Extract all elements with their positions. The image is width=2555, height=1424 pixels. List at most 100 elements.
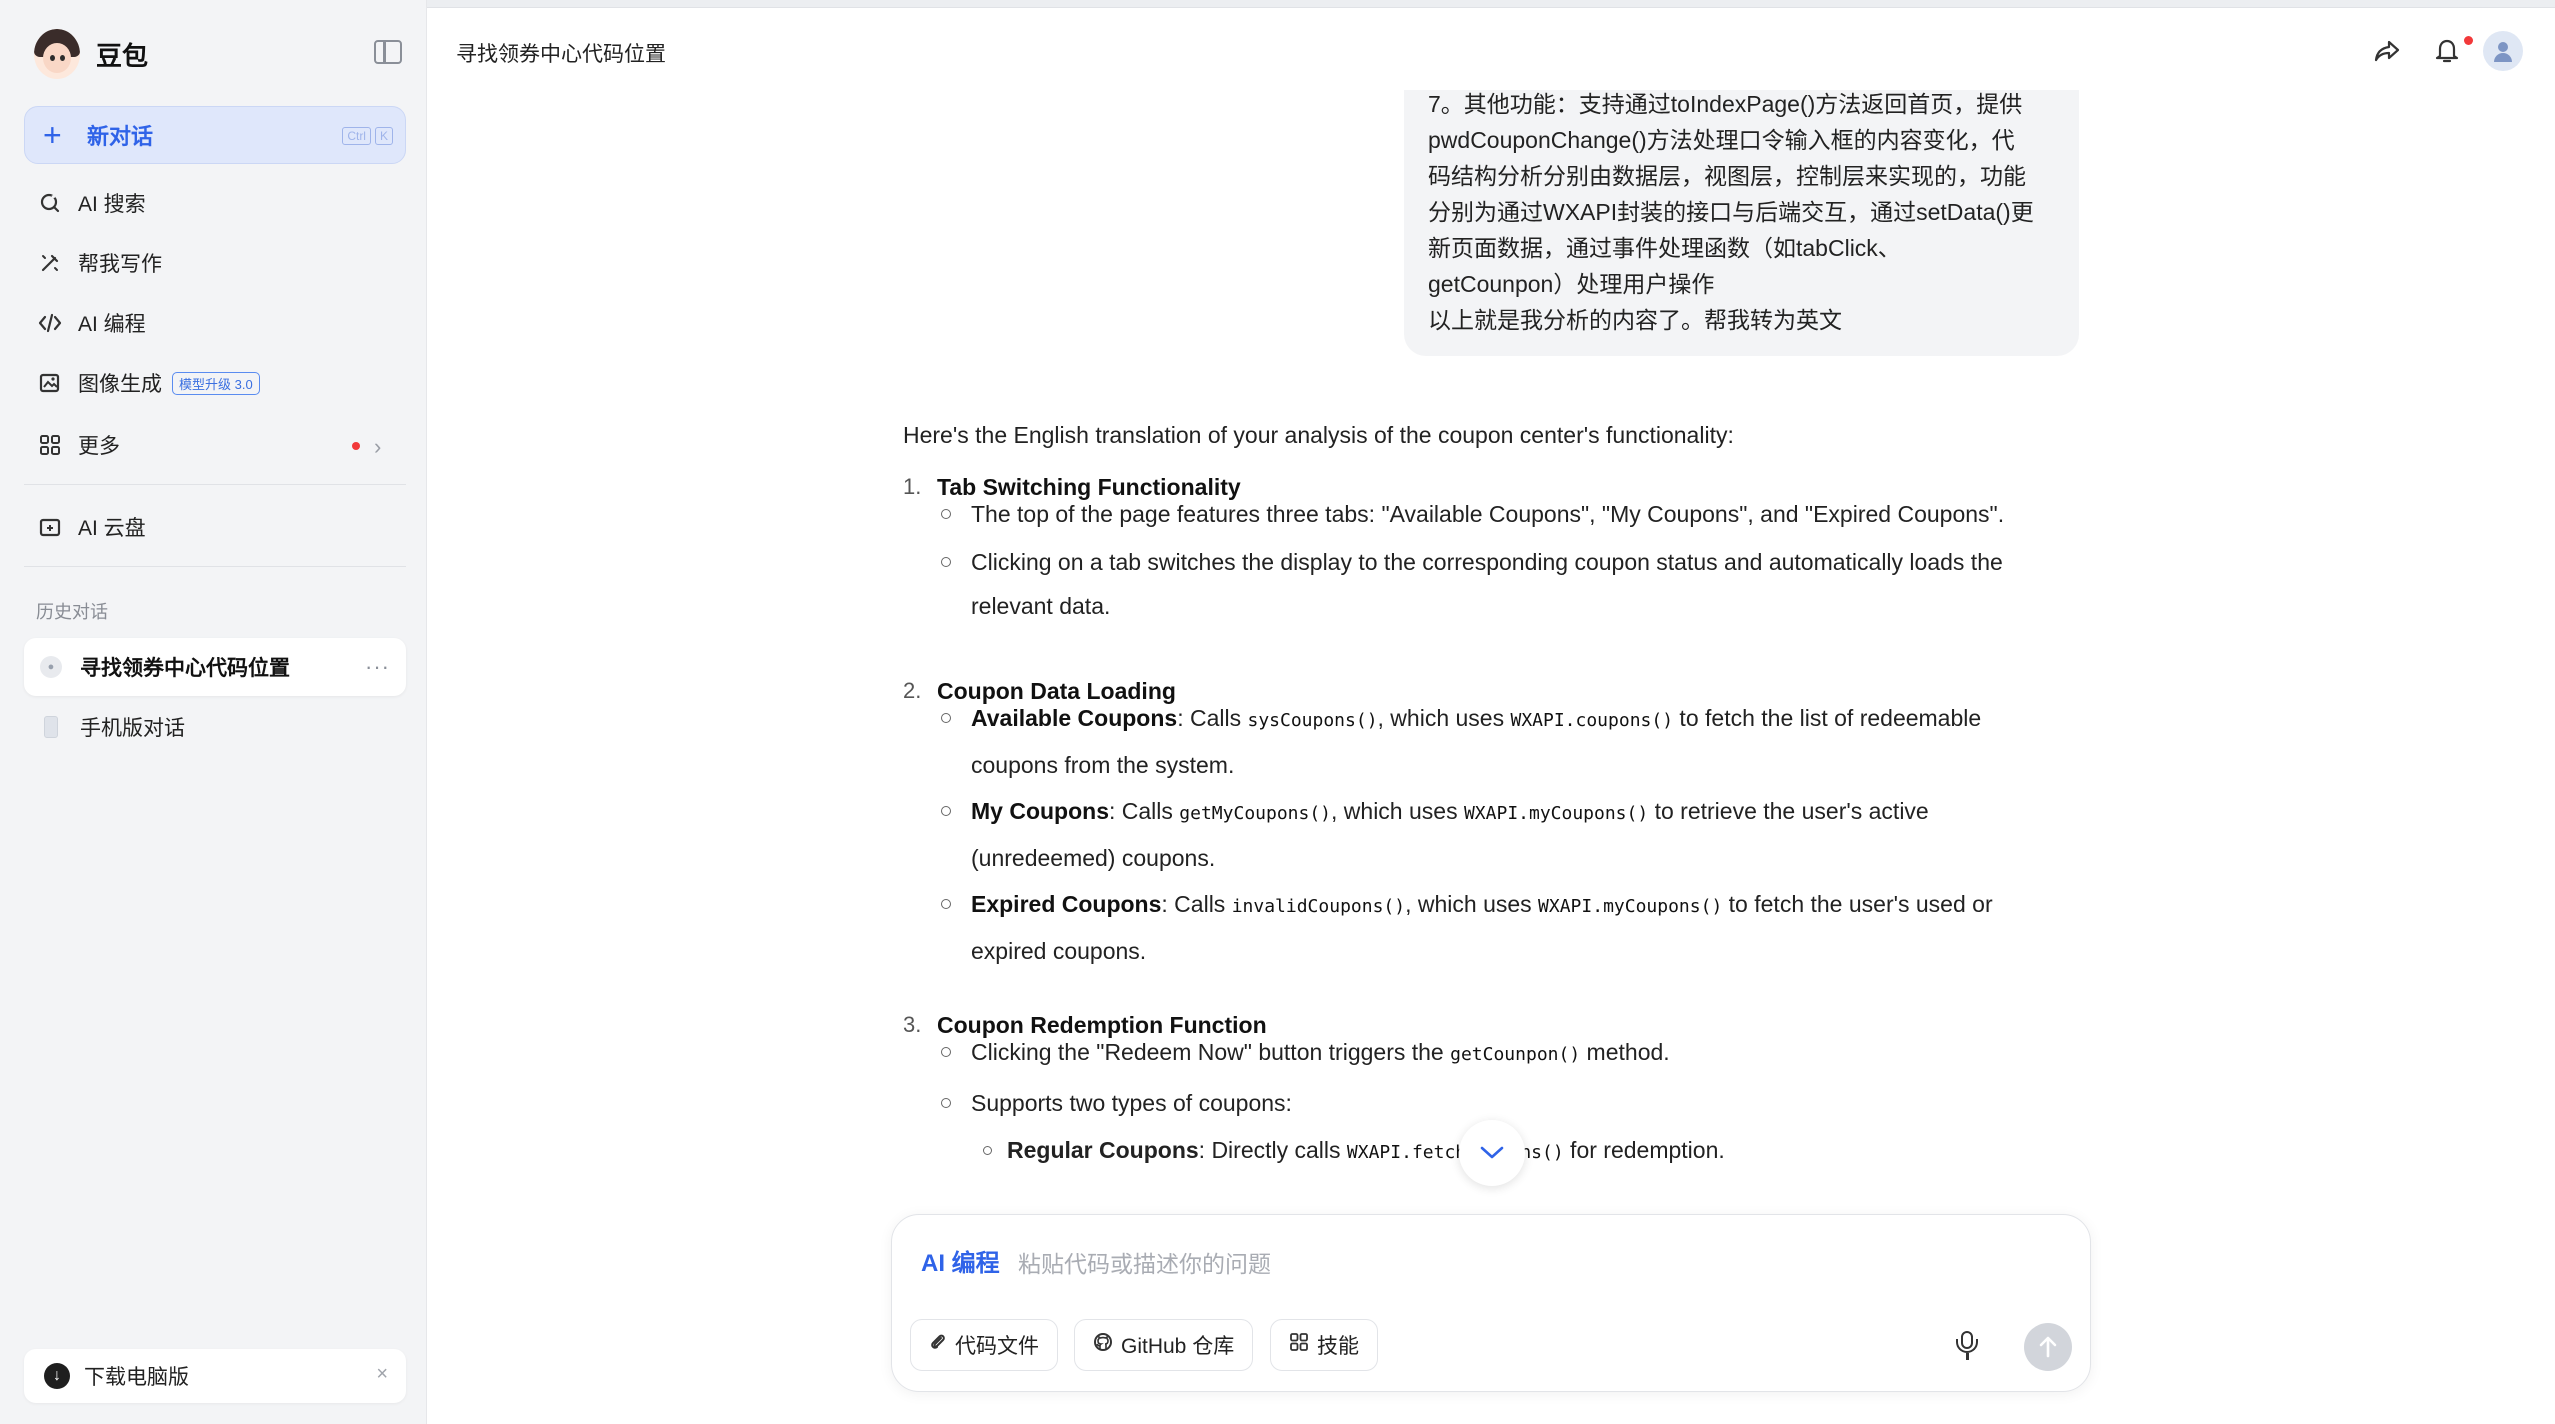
code-file-button[interactable]: 代码文件 <box>910 1319 1058 1371</box>
chip-label: GitHub 仓库 <box>1121 1335 1235 1358</box>
microphone-icon[interactable] <box>1954 1331 1980 1361</box>
grid-icon <box>1289 1332 1309 1358</box>
sidebar-item-ai-coding[interactable]: AI 编程 <box>24 296 406 350</box>
list-item: My Coupons: Calls getMyCoupons(), which … <box>941 789 2071 880</box>
bullet-text: for redemption. <box>1563 1137 1725 1163</box>
doubao-avatar <box>34 29 80 79</box>
bullet-bold: Expired Coupons <box>971 891 1162 917</box>
sidebar-divider <box>24 484 406 485</box>
user-message-line: getCounpon）处理用户操作 <box>1428 271 1715 297</box>
history-section-label: 历史对话 <box>36 602 108 622</box>
user-message-bubble: 7。其他功能：支持通过toIndexPage()方法返回首页，提供 pwdCou… <box>1404 90 2079 356</box>
user-message-line: 码结构分析分别由数据层，视图层，控制层来实现的，功能 <box>1428 163 2026 189</box>
history-item-label: 寻找领券中心代码位置 <box>80 657 290 680</box>
bell-icon[interactable] <box>2430 34 2464 68</box>
inline-code: getCounpon() <box>1450 1044 1581 1065</box>
github-icon <box>1093 1332 1113 1358</box>
bullet-text: expired coupons. <box>971 938 1147 964</box>
skills-button[interactable]: 技能 <box>1270 1319 1378 1371</box>
image-icon <box>38 371 62 395</box>
send-button[interactable] <box>2024 1323 2072 1371</box>
github-repo-button[interactable]: GitHub 仓库 <box>1074 1319 1254 1371</box>
download-desktop-button[interactable]: ↓ 下载电脑版 × <box>24 1349 406 1403</box>
list-item: Expired Coupons: Calls invalidCoupons(),… <box>941 882 2071 973</box>
list-item: Clicking on a tab switches the display t… <box>941 540 2071 628</box>
user-message-line: pwdCouponChange()方法处理口令输入框的内容变化，代 <box>1428 127 2015 153</box>
sidebar-item-label: AI 搜索 <box>78 193 146 216</box>
new-chat-button[interactable]: + 新对话 Ctrl K <box>24 106 406 164</box>
bullet-text: : Calls <box>1109 798 1180 824</box>
close-icon[interactable]: × <box>376 1363 388 1386</box>
pen-icon <box>38 251 62 275</box>
list-item: Available Coupons: Calls sysCoupons(), w… <box>941 696 2071 787</box>
user-message-line: 以上就是我分析的内容了。帮我转为英文 <box>1428 307 1842 333</box>
model-upgrade-badge: 模型升级 3.0 <box>172 371 260 395</box>
inline-code: WXAPI.coupons() <box>1510 710 1674 731</box>
share-icon[interactable] <box>2370 34 2404 68</box>
chat-bubble-icon: ● <box>40 656 62 678</box>
bullet-text: coupons from the system. <box>971 752 1235 778</box>
bullet-text: : Calls <box>1177 705 1248 731</box>
bullet-text: , which uses <box>1405 891 1539 917</box>
list-item: The top of the page features three tabs:… <box>941 492 2071 536</box>
paperclip-icon <box>929 1332 947 1358</box>
sidebar-item-ai-search[interactable]: AI 搜索 <box>24 176 406 230</box>
bullet-text: , which uses <box>1331 798 1464 824</box>
more-options-icon[interactable]: ··· <box>365 654 390 680</box>
history-item[interactable]: 手机版对话 <box>24 698 406 756</box>
bullet-text: relevant data. <box>971 593 1111 619</box>
inline-code: invalidCoupons() <box>1231 896 1406 917</box>
bullet-text: , which uses <box>1377 705 1511 731</box>
cloud-drive-icon <box>38 515 62 539</box>
sidebar-item-label: 图像生成 <box>78 373 162 396</box>
brand[interactable]: 豆包 <box>34 28 148 80</box>
bullet-text: Supports two types of coupons: <box>971 1090 1292 1116</box>
user-message-line: 分别为通过WXAPI封装的接口与后端交互，通过setData()更 <box>1428 199 2034 225</box>
scroll-to-bottom-button[interactable] <box>1459 1120 1525 1186</box>
sidebar-item-more[interactable]: 更多 › <box>24 418 406 472</box>
chip-label: 代码文件 <box>955 1335 1039 1358</box>
list-number: 3. <box>903 1012 922 1037</box>
sidebar: 豆包 + 新对话 Ctrl K AI 搜索 帮我写作 AI 编程 图像生成 模型… <box>0 0 427 1424</box>
message-input[interactable]: 粘贴代码或描述你的问题 <box>1018 1245 1271 1279</box>
new-chat-label: 新对话 <box>87 124 154 149</box>
bullet-bold: Available Coupons <box>971 705 1178 731</box>
user-avatar[interactable] <box>2483 31 2523 71</box>
new-chat-shortcut: Ctrl K <box>342 127 393 145</box>
chat-scroll-area[interactable]: 7。其他功能：支持通过toIndexPage()方法返回首页，提供 pwdCou… <box>428 90 2555 1210</box>
sidebar-item-writing[interactable]: 帮我写作 <box>24 236 406 290</box>
sidebar-item-label: 帮我写作 <box>78 253 162 276</box>
inline-code: WXAPI.myCoupons() <box>1463 803 1649 824</box>
sidebar-item-image-gen[interactable]: 图像生成 模型升级 3.0 <box>24 356 406 410</box>
list-item: Clicking the "Redeem Now" button trigger… <box>941 1030 2071 1077</box>
notification-dot <box>352 442 360 450</box>
plus-icon: + <box>43 117 62 153</box>
user-message-line: 新页面数据，通过事件处理函数（如tabClick、 <box>1428 235 1901 261</box>
grid-icon <box>38 433 62 457</box>
conversation-title: 寻找领券中心代码位置 <box>456 43 666 66</box>
chat-input-box[interactable]: AI 编程 粘贴代码或描述你的问题 代码文件 GitHub 仓库 技能 <box>891 1214 2091 1392</box>
sidebar-item-label: 更多 <box>78 435 120 458</box>
input-mode-tag[interactable]: AI 编程 <box>921 1243 1000 1278</box>
sidebar-collapse-icon[interactable] <box>374 40 402 64</box>
bullet-text: : Calls <box>1161 891 1232 917</box>
list-number: 1. <box>903 474 922 499</box>
bullet-text: to fetch the list of redeemable <box>1673 705 1982 731</box>
chevron-down-icon <box>1480 1146 1504 1159</box>
bullet-text: Clicking the "Redeem Now" button trigger… <box>971 1039 1451 1065</box>
search-refresh-icon <box>38 191 62 215</box>
sidebar-divider <box>24 566 406 567</box>
inline-code: sysCoupons() <box>1247 710 1378 731</box>
history-item-label: 手机版对话 <box>80 717 185 740</box>
bullet-bold: My Coupons <box>971 798 1109 824</box>
bullet-text: method. <box>1580 1039 1670 1065</box>
history-item[interactable]: ● 寻找领券中心代码位置 ··· <box>24 638 406 696</box>
bullet-text: (unredeemed) coupons. <box>971 845 1216 871</box>
download-icon: ↓ <box>44 1363 70 1389</box>
chevron-right-icon: › <box>374 434 382 459</box>
sidebar-item-ai-cloud[interactable]: AI 云盘 <box>24 500 406 554</box>
bullet-text: The top of the page features three tabs:… <box>971 501 2005 527</box>
sidebar-item-label: AI 编程 <box>78 313 146 336</box>
inline-code: WXAPI.fetchCoupons() <box>1346 1142 1564 1163</box>
code-icon <box>38 311 62 335</box>
